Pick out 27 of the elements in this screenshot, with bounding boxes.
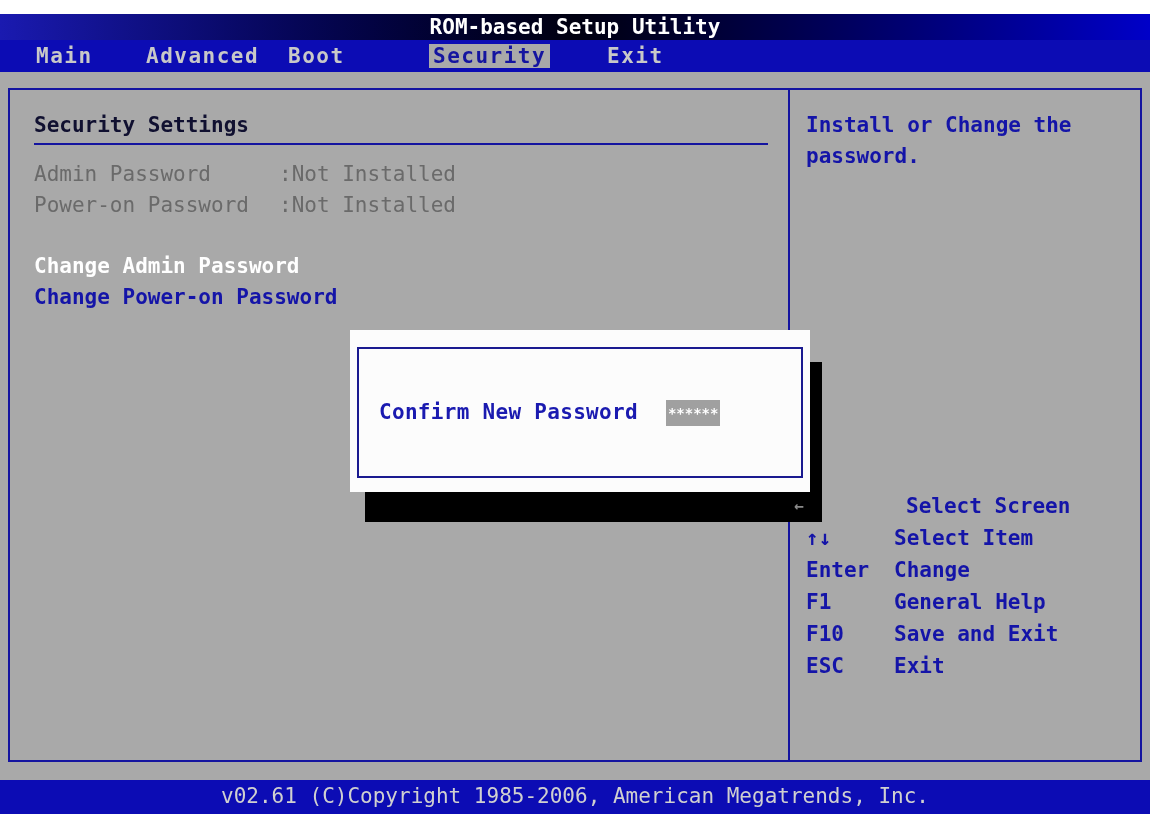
key-action: Select Screen (905, 493, 1071, 520)
key-action: Exit (894, 653, 945, 680)
key-action: General Help (894, 589, 1046, 616)
setting-label: Power-on Password (34, 192, 250, 219)
key-label: F10 (806, 622, 844, 646)
dialog-label: Confirm New Password (379, 398, 638, 426)
setting-value: :Not Installed (279, 192, 456, 219)
menu-item[interactable]: Change Power-on Password (34, 282, 338, 313)
menu-tab[interactable]: Security (429, 44, 551, 68)
key-action: Change (894, 557, 970, 584)
key-label: Enter (806, 558, 870, 582)
setting-label: Admin Password (34, 161, 212, 188)
key-label: ESC (806, 654, 844, 678)
arrow-glyph: ← (794, 495, 804, 517)
copyright-text: v02.61 (C)Copyright 1985-2006, American Megatrends, Inc. (221, 783, 929, 811)
key-action: Select Item (894, 525, 1034, 552)
section-heading: Security Settings (34, 112, 249, 139)
menu-tab[interactable]: Main (32, 44, 97, 68)
window-title: ROM-based Setup Utility (429, 16, 721, 38)
help-text: Install or Change the password. (806, 112, 1073, 170)
menu-tab[interactable]: Advanced (142, 44, 264, 68)
menu-tab[interactable]: Boot (284, 44, 349, 68)
key-label: F1 (806, 590, 832, 614)
key-action: Save and Exit (894, 621, 1059, 648)
setting-value: :Not Installed (279, 161, 456, 188)
menu-tab[interactable]: Exit (603, 44, 668, 68)
key-label: ↑↓ (806, 526, 832, 550)
